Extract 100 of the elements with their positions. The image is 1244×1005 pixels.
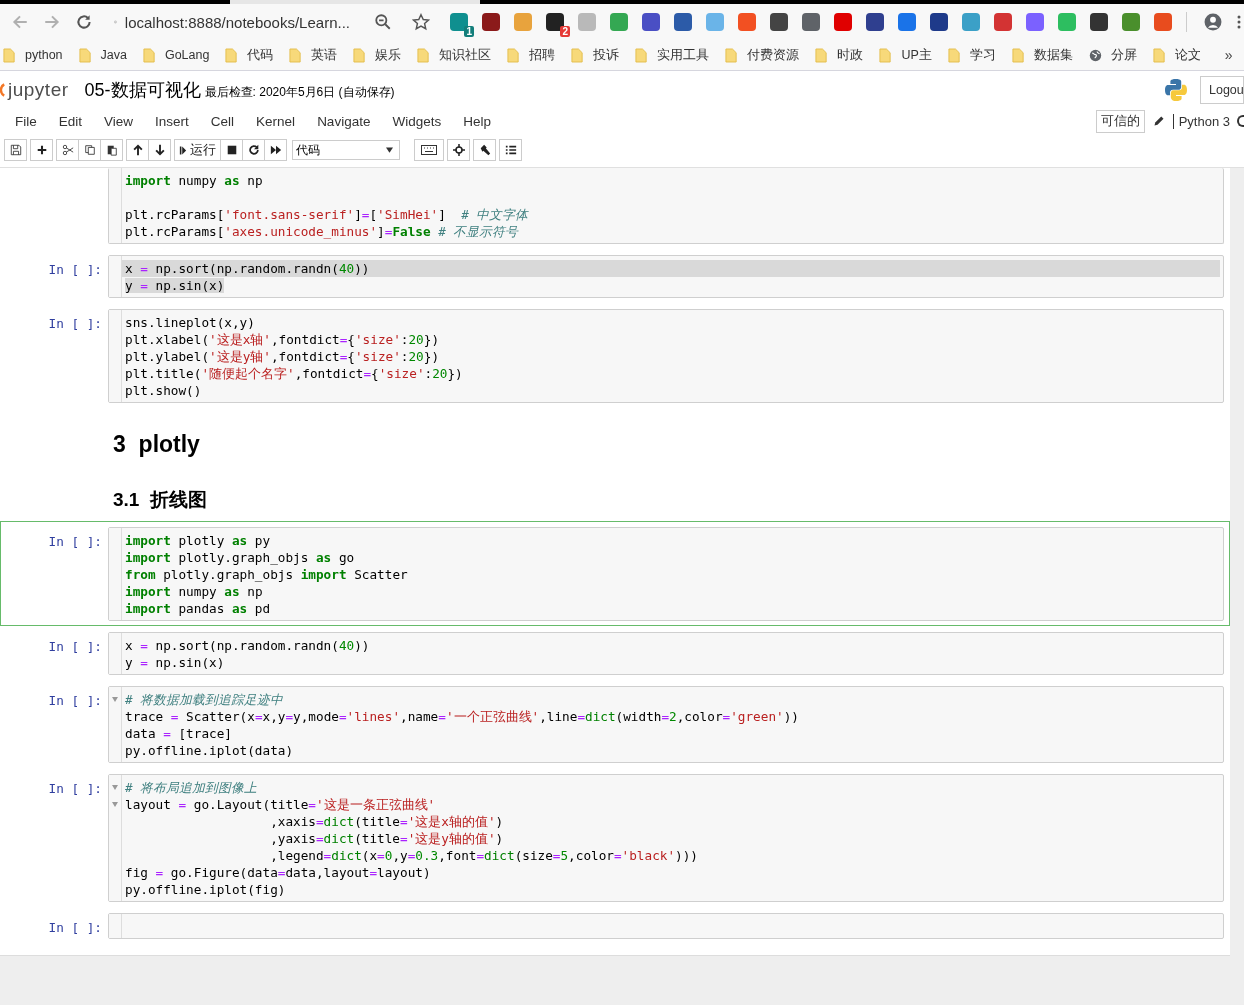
bookmark[interactable]: 付费资源 bbox=[725, 46, 800, 64]
section-heading: 3 plotly bbox=[112, 430, 200, 459]
zoom-icon[interactable] bbox=[374, 13, 392, 31]
code-editor[interactable]: # 将数据加载到追踪足迹中 trace = Scatter(x=x,y=y,mode='lines',name='一个正弦曲线',line=dict(width=2,color='green')) data = [trace] py.offline.iplot(data) bbox=[108, 686, 1224, 763]
more-bookmarks-button[interactable]: » bbox=[1224, 47, 1233, 63]
extension-icon[interactable] bbox=[802, 13, 820, 31]
menu-item[interactable]: Cell bbox=[199, 113, 246, 129]
bookmark[interactable]: 英语 bbox=[289, 46, 338, 64]
bookmark[interactable]: 分屏 bbox=[1088, 46, 1137, 64]
bookmark[interactable]: 招聘 bbox=[507, 46, 556, 64]
code-line: layout = go.Layout(title='这是一条正弦曲线' bbox=[125, 797, 436, 812]
input-prompt: In [ ]: bbox=[48, 920, 102, 935]
bookmark[interactable]: Java bbox=[78, 47, 127, 63]
list-button[interactable] bbox=[499, 139, 522, 161]
code-line: import plotly as py bbox=[125, 533, 271, 548]
folder-icon bbox=[142, 47, 156, 63]
keyboard-button[interactable] bbox=[414, 139, 444, 161]
extension-icon[interactable] bbox=[866, 13, 884, 31]
extension-badge: 2 bbox=[560, 26, 570, 37]
menu-item[interactable]: Edit bbox=[47, 113, 94, 129]
bookmark[interactable]: 学习 bbox=[947, 46, 996, 64]
extension-icon[interactable] bbox=[770, 13, 788, 31]
input-prompt: In [ ]: bbox=[48, 262, 102, 277]
code-editor[interactable]: import plotly as py import plotly.graph_objs as go from plotly.graph_objs import Scatter import numpy as np import pandas as pd bbox=[108, 527, 1224, 621]
fold-icon[interactable] bbox=[112, 802, 118, 807]
code-editor[interactable]: x = np.sort(np.random.randn(40)) y = np.sin(x) bbox=[108, 255, 1224, 298]
menu-item[interactable]: Insert bbox=[144, 113, 200, 129]
code-line: ,yaxis=dict(title='这是y轴的值') bbox=[269, 831, 504, 846]
menu-item[interactable]: Kernel bbox=[245, 113, 307, 129]
logout-button[interactable]: Logou bbox=[1200, 76, 1244, 104]
move-down-button[interactable] bbox=[148, 139, 171, 161]
step-icon bbox=[179, 144, 187, 156]
fold-icon[interactable] bbox=[112, 697, 118, 702]
trusted-indicator[interactable]: 可信的 bbox=[1095, 109, 1145, 133]
stop-button[interactable] bbox=[220, 139, 243, 161]
move-up-button[interactable] bbox=[126, 139, 149, 161]
selected-cell[interactable]: In [ ]: import plotly as py import plotly.graph_objs as go from plotly.graph_objs import Scatter import numpy as np import pandas as pd bbox=[0, 521, 1230, 626]
restart-button[interactable] bbox=[242, 139, 265, 161]
paste-button[interactable] bbox=[100, 139, 123, 161]
bookmark[interactable]: 时政 bbox=[815, 46, 864, 64]
code-line: from plotly.graph_objs import Scatter bbox=[125, 567, 408, 582]
save-icon bbox=[9, 144, 22, 156]
extension-badge: 1 bbox=[464, 26, 474, 37]
crosshair-button[interactable] bbox=[447, 139, 470, 161]
fold-icon[interactable] bbox=[112, 785, 118, 790]
folder-icon bbox=[3, 47, 16, 63]
copy-button[interactable] bbox=[78, 139, 101, 161]
pencil-icon[interactable] bbox=[1152, 115, 1165, 127]
run-all-button[interactable] bbox=[264, 139, 287, 161]
code-editor[interactable]: import numpy as np plt.rcParams['font.sans-serif']=['SimHei'] # 中文字体 plt.rcParams['axes.unicode_minus']=False # 不显示符号 bbox=[108, 168, 1224, 244]
bookmark[interactable]: 代码 bbox=[225, 46, 274, 64]
bookmark[interactable]: 论文 bbox=[1152, 46, 1201, 64]
extension-icon[interactable] bbox=[1090, 13, 1108, 31]
globe-icon bbox=[1088, 47, 1102, 63]
bookmark[interactable]: 娱乐 bbox=[353, 46, 402, 64]
menu-icon[interactable] bbox=[1237, 14, 1241, 30]
folder-icon bbox=[725, 47, 739, 63]
keyboard-icon bbox=[421, 145, 437, 155]
bookmark[interactable]: python bbox=[3, 47, 63, 63]
bookmark[interactable]: 实用工具 bbox=[635, 46, 710, 64]
menu-item[interactable]: View bbox=[93, 113, 145, 129]
add-cell-button[interactable] bbox=[30, 139, 53, 161]
code-line: import numpy as np bbox=[125, 173, 263, 188]
bookmark[interactable]: 数据集 bbox=[1011, 46, 1073, 64]
bookmark[interactable]: UP主 bbox=[879, 46, 932, 64]
bookmark[interactable]: 知识社区 bbox=[417, 46, 492, 64]
extension-icon[interactable] bbox=[930, 13, 948, 31]
star-icon[interactable] bbox=[412, 13, 430, 31]
code-editor[interactable]: sns.lineplot(x,y) plt.xlabel('这是x轴',fontdict={'size':20}) plt.ylabel('这是y轴',fontdict={'size':20}) plt.title('随便起个名字',fontdict={'size':20}) plt.show() bbox=[108, 309, 1224, 403]
scissors-icon bbox=[61, 144, 74, 156]
code-line: data = [trace] bbox=[125, 726, 232, 741]
jupyter-logo[interactable]: jupyter bbox=[0, 79, 69, 101]
extension-icon[interactable] bbox=[642, 13, 660, 31]
run-button[interactable]: 运行 bbox=[174, 139, 221, 161]
input-prompt: In [ ]: bbox=[48, 693, 102, 708]
plus-icon bbox=[35, 144, 48, 156]
folder-icon bbox=[353, 47, 367, 63]
python-logo-icon bbox=[1164, 78, 1188, 102]
address-field[interactable]: localhost:8888/notebooks/Learn... bbox=[124, 13, 350, 31]
code-line: plt.ylabel('这是y轴',fontdict={'size':20}) bbox=[125, 349, 440, 364]
extension-icon[interactable] bbox=[546, 13, 564, 31]
bookmark[interactable]: GoLang bbox=[142, 47, 210, 63]
code-editor[interactable]: x = np.sort(np.random.randn(40)) y = np.sin(x) bbox=[108, 632, 1224, 675]
cut-button[interactable] bbox=[56, 139, 79, 161]
profile-icon[interactable] bbox=[1204, 13, 1222, 31]
reload-icon[interactable] bbox=[75, 13, 93, 31]
code-line: plt.xlabel('这是x轴',fontdict={'size':20}) bbox=[125, 332, 440, 347]
menu-item[interactable]: File bbox=[4, 113, 48, 129]
code-editor[interactable] bbox=[108, 774, 1224, 902]
menu-item[interactable]: Help bbox=[452, 113, 502, 129]
menu-item[interactable]: Widgets bbox=[381, 113, 453, 129]
folder-icon bbox=[225, 47, 239, 63]
bookmark[interactable]: 投诉 bbox=[571, 46, 620, 64]
save-button[interactable] bbox=[4, 139, 27, 161]
hammer-button[interactable] bbox=[473, 139, 496, 161]
extension-icon[interactable] bbox=[674, 13, 692, 31]
extension-icon[interactable] bbox=[482, 13, 500, 31]
cell-type-select[interactable]: 代码 bbox=[292, 140, 400, 160]
notebook-title[interactable]: 05-数据可视化 bbox=[84, 78, 201, 102]
menu-item[interactable]: Navigate bbox=[306, 113, 382, 129]
